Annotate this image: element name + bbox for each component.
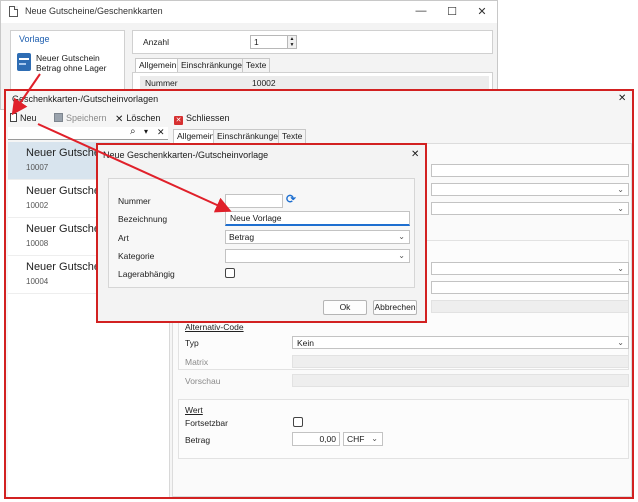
detail-field[interactable] xyxy=(431,281,629,294)
list-item-code: 10002 xyxy=(26,201,49,210)
vorschau-field xyxy=(292,374,629,387)
anzahl-label: Anzahl xyxy=(143,37,169,47)
dialog-close-icon[interactable]: ✕ xyxy=(411,149,419,160)
list-item-code: 10008 xyxy=(26,239,49,248)
detail-combo[interactable]: ⌄ xyxy=(431,262,629,275)
refresh-icon[interactable]: ⟳ xyxy=(286,192,296,206)
save-button[interactable]: Speichern xyxy=(54,110,107,126)
dialog-kategorie-label: Kategorie xyxy=(118,251,155,261)
template-item-line2: Betrag ohne Lager xyxy=(36,63,107,73)
dialog-nummer-input[interactable] xyxy=(225,194,283,208)
dialog-art-select[interactable]: Betrag ⌄ xyxy=(225,230,410,244)
document-icon xyxy=(9,6,18,17)
dialog-art-label: Art xyxy=(118,233,129,243)
save-icon xyxy=(54,113,63,122)
template-item-line1: Neuer Gutschein xyxy=(36,53,100,63)
fortsetzbar-checkbox[interactable] xyxy=(293,417,303,427)
new-button-label: Neu xyxy=(20,113,37,123)
alternativ-code-title: Alternativ-Code xyxy=(185,322,244,332)
back-tab-texte[interactable]: Texte xyxy=(242,58,271,72)
template-item[interactable]: Neuer Gutschein Betrag ohne Lager xyxy=(14,51,106,75)
delete-button[interactable]: ✕ Löschen xyxy=(115,110,160,126)
back-nummer-label: Nummer xyxy=(145,78,178,88)
chevron-down-icon: ⌄ xyxy=(617,185,624,194)
chevron-down-icon: ⌄ xyxy=(617,264,624,273)
tab-einschraenkungen[interactable]: Einschränkungen xyxy=(213,129,287,143)
betrag-input[interactable]: 0,00 xyxy=(292,432,340,446)
typ-value: Kein xyxy=(297,338,315,348)
tab-allgemein[interactable]: Allgemein xyxy=(173,129,219,143)
wert-group xyxy=(178,399,629,459)
list-item-code: 10004 xyxy=(26,277,49,286)
typ-select[interactable]: Kein ⌄ xyxy=(292,336,629,349)
fortsetzbar-label: Fortsetzbar xyxy=(185,418,228,428)
chevron-down-icon: ⌄ xyxy=(617,204,624,213)
detail-field[interactable] xyxy=(431,164,629,177)
main-window-title: Geschenkkarten-/Gutscheinvorlagen xyxy=(12,94,159,104)
dialog-nummer-label: Nummer xyxy=(118,196,151,206)
vorlage-label: Vorlage xyxy=(19,34,50,44)
betrag-label: Betrag xyxy=(185,435,211,445)
minimize-icon[interactable]: — xyxy=(414,5,428,17)
detail-field-disabled xyxy=(431,300,629,313)
search-box[interactable]: ⌕ ▾ ✕ xyxy=(8,126,168,140)
chevron-down-icon: ⌄ xyxy=(398,251,405,260)
chevron-down-icon: ⌄ xyxy=(371,434,378,443)
back-nummer-value: 10002 xyxy=(252,78,276,88)
detail-combo[interactable]: ⌄ xyxy=(431,202,629,215)
close-button-label: Schliessen xyxy=(186,113,230,123)
new-template-dialog: Neue Geschenkkarten-/Gutscheinvorlage ✕ … xyxy=(96,143,427,323)
back-window-title: Neue Gutscheine/Geschenkkarten xyxy=(25,6,163,16)
new-button[interactable]: Neu xyxy=(10,110,37,126)
matrix-field xyxy=(292,355,629,368)
dialog-bezeichnung-input[interactable]: Neue Vorlage xyxy=(225,211,410,226)
dialog-lagerabhaengig-checkbox[interactable] xyxy=(225,268,235,278)
dialog-title: Neue Geschenkkarten-/Gutscheinvorlage xyxy=(103,150,269,160)
typ-label: Typ xyxy=(185,338,199,348)
chevron-down-icon: ⌄ xyxy=(398,232,405,241)
wert-title: Wert xyxy=(185,405,203,415)
currency-value: CHF xyxy=(347,434,365,444)
dialog-form: Nummer ⟳ Bezeichnung Neue Vorlage Art Be… xyxy=(108,178,415,288)
close-icon[interactable]: ✕ xyxy=(475,5,489,18)
vorschau-label: Vorschau xyxy=(185,376,221,386)
dialog-lagerabhaengig-label: Lagerabhängig xyxy=(118,269,175,279)
list-item-code: 10007 xyxy=(26,163,49,172)
matrix-label: Matrix xyxy=(185,357,209,367)
anzahl-panel: Anzahl 1 ▲ ▼ xyxy=(132,30,493,54)
dialog-art-value: Betrag xyxy=(229,232,255,242)
vorlage-panel: Vorlage Neuer Gutschein Betrag ohne Lage… xyxy=(10,30,125,96)
delete-button-label: Löschen xyxy=(126,113,161,123)
close-tool-button[interactable]: ✕ Schliessen xyxy=(174,110,230,126)
dialog-kategorie-select[interactable]: ⌄ xyxy=(225,249,410,263)
ok-button[interactable]: Ok xyxy=(323,300,367,315)
back-nummer-row: Nummer 10002 xyxy=(140,76,489,90)
anzahl-spinner[interactable]: ▲ ▼ xyxy=(287,35,297,49)
maximize-icon[interactable]: ☐ xyxy=(445,5,459,18)
toolbar: Neu Speichern ✕ Löschen ✕ Schliessen xyxy=(6,109,632,127)
cancel-button[interactable]: Abbrechen xyxy=(373,300,417,315)
currency-select[interactable]: CHF ⌄ xyxy=(343,432,383,446)
back-window-titlebar: Neue Gutscheine/Geschenkkarten — ☐ ✕ xyxy=(1,1,497,23)
chevron-down-icon: ⌄ xyxy=(617,338,624,347)
back-tab-einschraenkungen[interactable]: Einschränkungen xyxy=(177,58,251,72)
anzahl-input[interactable]: 1 xyxy=(250,35,288,49)
main-window-close-icon[interactable]: ✕ xyxy=(618,93,626,104)
back-tab-allgemein[interactable]: Allgemein xyxy=(135,58,181,72)
new-document-icon xyxy=(10,113,17,122)
delete-x-icon: ✕ xyxy=(115,114,124,125)
search-clear-icon[interactable]: ✕ xyxy=(157,127,165,138)
search-icon[interactable]: ⌕ xyxy=(130,126,136,137)
save-button-label: Speichern xyxy=(66,113,107,123)
tab-texte[interactable]: Texte xyxy=(278,129,307,143)
detail-combo[interactable]: ⌄ xyxy=(431,183,629,196)
search-dropdown-icon[interactable]: ▾ xyxy=(144,127,148,136)
close-red-icon: ✕ xyxy=(174,116,183,125)
gift-card-icon xyxy=(17,53,31,71)
dialog-bezeichnung-label: Bezeichnung xyxy=(118,214,168,224)
